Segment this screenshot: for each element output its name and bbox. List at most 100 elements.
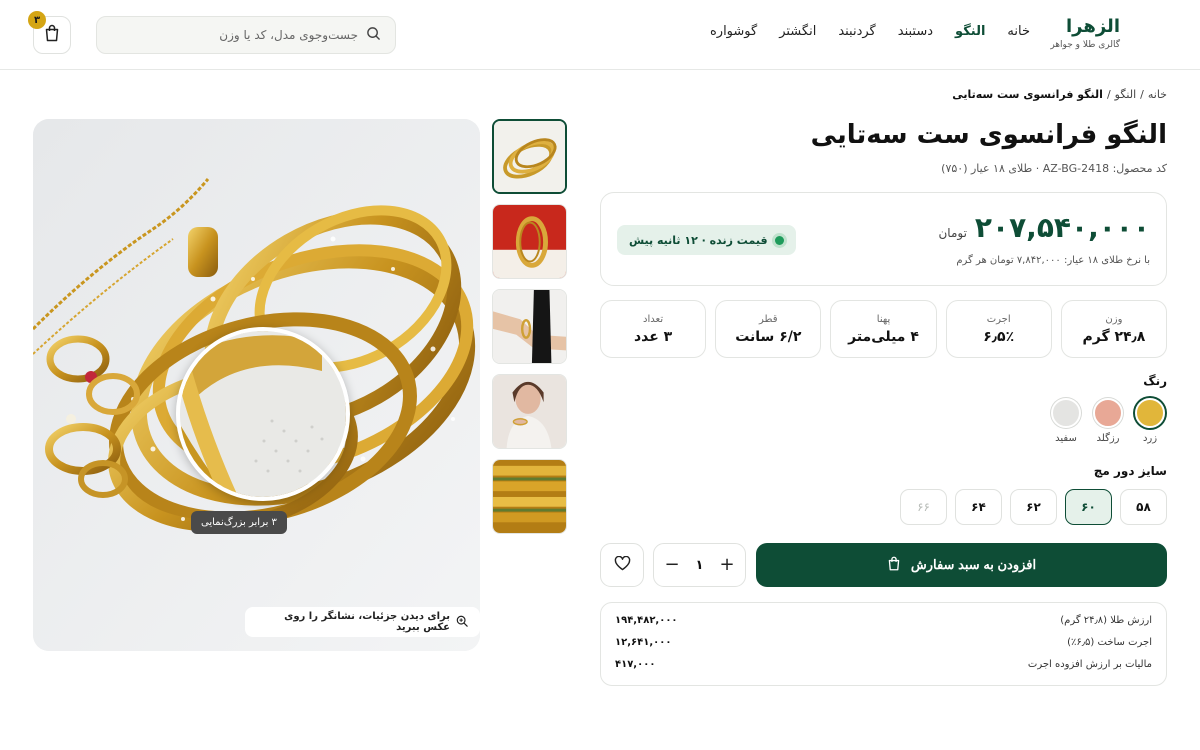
spec-label: قطر [759,313,778,325]
spec-value: ۲۴٫۸ گرم [1082,328,1146,345]
live-indicator-icon [774,235,784,245]
color-swatch [1051,398,1081,428]
live-price-label: قیمت زنده · ۱۲ ثانیه پیش [629,233,768,247]
thumbnail-3[interactable] [492,289,567,364]
nav-item-necklace[interactable]: گردنبند [838,24,875,39]
cart-count-badge: ۳ [28,11,46,29]
color-section-label: رنگ [1143,374,1167,388]
add-to-cart-button[interactable]: افزودن به سبد سفارش [756,543,1167,587]
nav-item-earring[interactable]: گوشواره [710,24,757,39]
model-thumbnail-image [493,375,566,448]
gold-rate-note: با نرخ طلای ۱۸ عیار: ۷,۸۴۲,۰۰۰ تومان هر … [956,255,1150,266]
spec-value: ۶/۲ سانت [735,328,802,345]
spec-label: تعداد [643,313,664,325]
site-header: الزهرا گالری طلا و جواهر خانه النگو دستب… [0,0,1200,70]
brand-logo[interactable]: الزهرا گالری طلا و جواهر [1050,16,1120,50]
nav-item-bangle[interactable]: النگو [955,24,985,39]
color-option-rosegold[interactable]: رزگلد [1091,398,1125,444]
breakdown-row: ارزش طلا (۲۴٫۸ گرم) ۱۹۴,۴۸۲,۰۰۰ [615,612,1152,628]
breadcrumb-separator: / [1106,88,1111,101]
zoomed-detail-image [180,331,346,497]
color-name: رزگلد [1096,433,1120,444]
main-nav: خانه النگو دستبند گردنبند انگشتر گوشواره [710,24,1030,39]
price-card: ۲۰۷,۵۴۰,۰۰۰ تومان با نرخ طلای ۱۸ عیار: ۷… [600,192,1167,286]
zoom-in-icon [456,615,468,630]
spec-value: ۴ میلی‌متر [848,328,919,345]
price-main: ۲۰۷,۵۴۰,۰۰۰ تومان [938,211,1150,244]
thumbnail-strip [492,119,567,534]
breakdown-value: ۴۱۷,۰۰۰ [615,658,656,670]
color-swatch [1093,398,1123,428]
thumbnail-1[interactable] [492,119,567,194]
breakdown-label: اجرت ساخت (۶٫۵٪) [1067,636,1152,648]
nav-item-ring[interactable]: انگشتر [779,24,816,39]
search-box [96,16,396,54]
breakdown-value: ۱۲,۶۴۱,۰۰۰ [615,636,672,648]
bangle-stack-thumbnail-image [493,460,566,533]
search-input[interactable] [111,28,358,42]
bangle-box-thumbnail-image [493,205,566,278]
color-option-yellow[interactable]: زرد [1133,398,1167,444]
size-options: ۵۸ ۶۰ ۶۲ ۶۴ ۶۶ [900,489,1167,525]
brand-name: الزهرا [1066,16,1120,37]
add-to-cart-label: افزودن به سبد سفارش [910,557,1037,572]
minus-icon[interactable]: − [664,556,680,574]
price-amount: ۲۰۷,۵۴۰,۰۰۰ [974,211,1150,244]
cart-button[interactable]: ۳ [28,11,71,54]
spec-count: تعداد ۳ عدد [599,300,707,358]
live-price-badge: قیمت زنده · ۱۲ ثانیه پیش [617,225,796,255]
color-name: سفید [1055,433,1077,444]
size-section-label: سایز دور مچ [1093,464,1167,478]
color-option-white[interactable]: سفید [1049,398,1083,444]
size-option-66: ۶۶ [900,489,947,525]
color-name: زرد [1142,433,1158,444]
zoom-level-tag: ۳ برابر بزرگ‌نمایی [191,511,287,534]
spec-cards: وزن ۲۴٫۸ گرم اجرت ۶٫۵٪ پهنا ۴ میلی‌متر ق… [599,300,1167,358]
price-unit: تومان [938,226,967,240]
thumbnail-4[interactable] [492,374,567,449]
spec-value: ۳ عدد [633,328,673,345]
product-title: النگو فرانسوی ست سه‌تایی [810,120,1167,150]
plus-icon[interactable]: + [719,556,735,574]
breakdown-value: ۱۹۴,۴۸۲,۰۰۰ [615,614,678,626]
breadcrumb-separator: / [1140,88,1144,101]
breadcrumb-current: النگو فرانسوی ست سه‌تایی [952,88,1103,101]
color-options: زرد رزگلد سفید [1049,398,1167,444]
spec-labor: اجرت ۶٫۵٪ [945,300,1052,358]
spec-label: پهنا [876,313,891,325]
breadcrumb-home[interactable]: خانه [1148,88,1167,101]
zoom-hint-text: برای دیدن جزئیات، نشانگر را روی عکس ببری… [284,611,450,633]
spec-width: پهنا ۴ میلی‌متر [830,300,937,358]
size-option-60[interactable]: ۶۰ [1065,489,1112,525]
product-main-image[interactable]: ۳ برابر بزرگ‌نمایی برای دیدن جزئیات، نشا… [33,119,480,651]
thumbnail-5[interactable] [492,459,567,534]
breakdown-row: اجرت ساخت (۶٫۵٪) ۱۲,۶۴۱,۰۰۰ [615,634,1152,650]
shopping-bag-icon [887,556,901,574]
favorite-button[interactable] [600,543,644,587]
product-meta: کد محصول: AZ-BG-2418 · طلای ۱۸ عیار (۷۵۰… [941,162,1167,175]
spec-label: اجرت [986,313,1011,325]
heart-icon [614,555,631,575]
spec-diameter: قطر ۶/۲ سانت [715,300,822,358]
breakdown-label: ارزش طلا (۲۴٫۸ گرم) [1060,614,1152,626]
spec-weight: وزن ۲۴٫۸ گرم [1060,300,1167,358]
brand-tagline: گالری طلا و جواهر [1050,40,1120,50]
zoom-lens [176,327,350,501]
shopping-bag-icon [44,24,60,46]
nav-item-bracelet[interactable]: دستبند [898,24,933,39]
nav-item-home[interactable]: خانه [1007,24,1030,39]
breakdown-label: مالیات بر ارزش افزوده اجرت [1027,658,1152,670]
spec-value: ۶٫۵٪ [983,328,1015,345]
thumbnail-2[interactable] [492,204,567,279]
size-option-62[interactable]: ۶۲ [1010,489,1057,525]
spec-label: وزن [1105,313,1123,325]
breakdown-row: مالیات بر ارزش افزوده اجرت ۴۱۷,۰۰۰ [615,656,1152,672]
quantity-value: ۱ [695,557,704,573]
size-option-58[interactable]: ۵۸ [1120,489,1167,525]
size-option-64[interactable]: ۶۴ [955,489,1002,525]
breadcrumb-category[interactable]: النگو [1115,88,1136,101]
wrist-thumbnail-image [493,290,566,363]
bangle-thumbnail-image [494,121,565,192]
price-breakdown: ارزش طلا (۲۴٫۸ گرم) ۱۹۴,۴۸۲,۰۰۰ اجرت ساخ… [600,602,1167,686]
search-icon[interactable] [366,26,381,45]
